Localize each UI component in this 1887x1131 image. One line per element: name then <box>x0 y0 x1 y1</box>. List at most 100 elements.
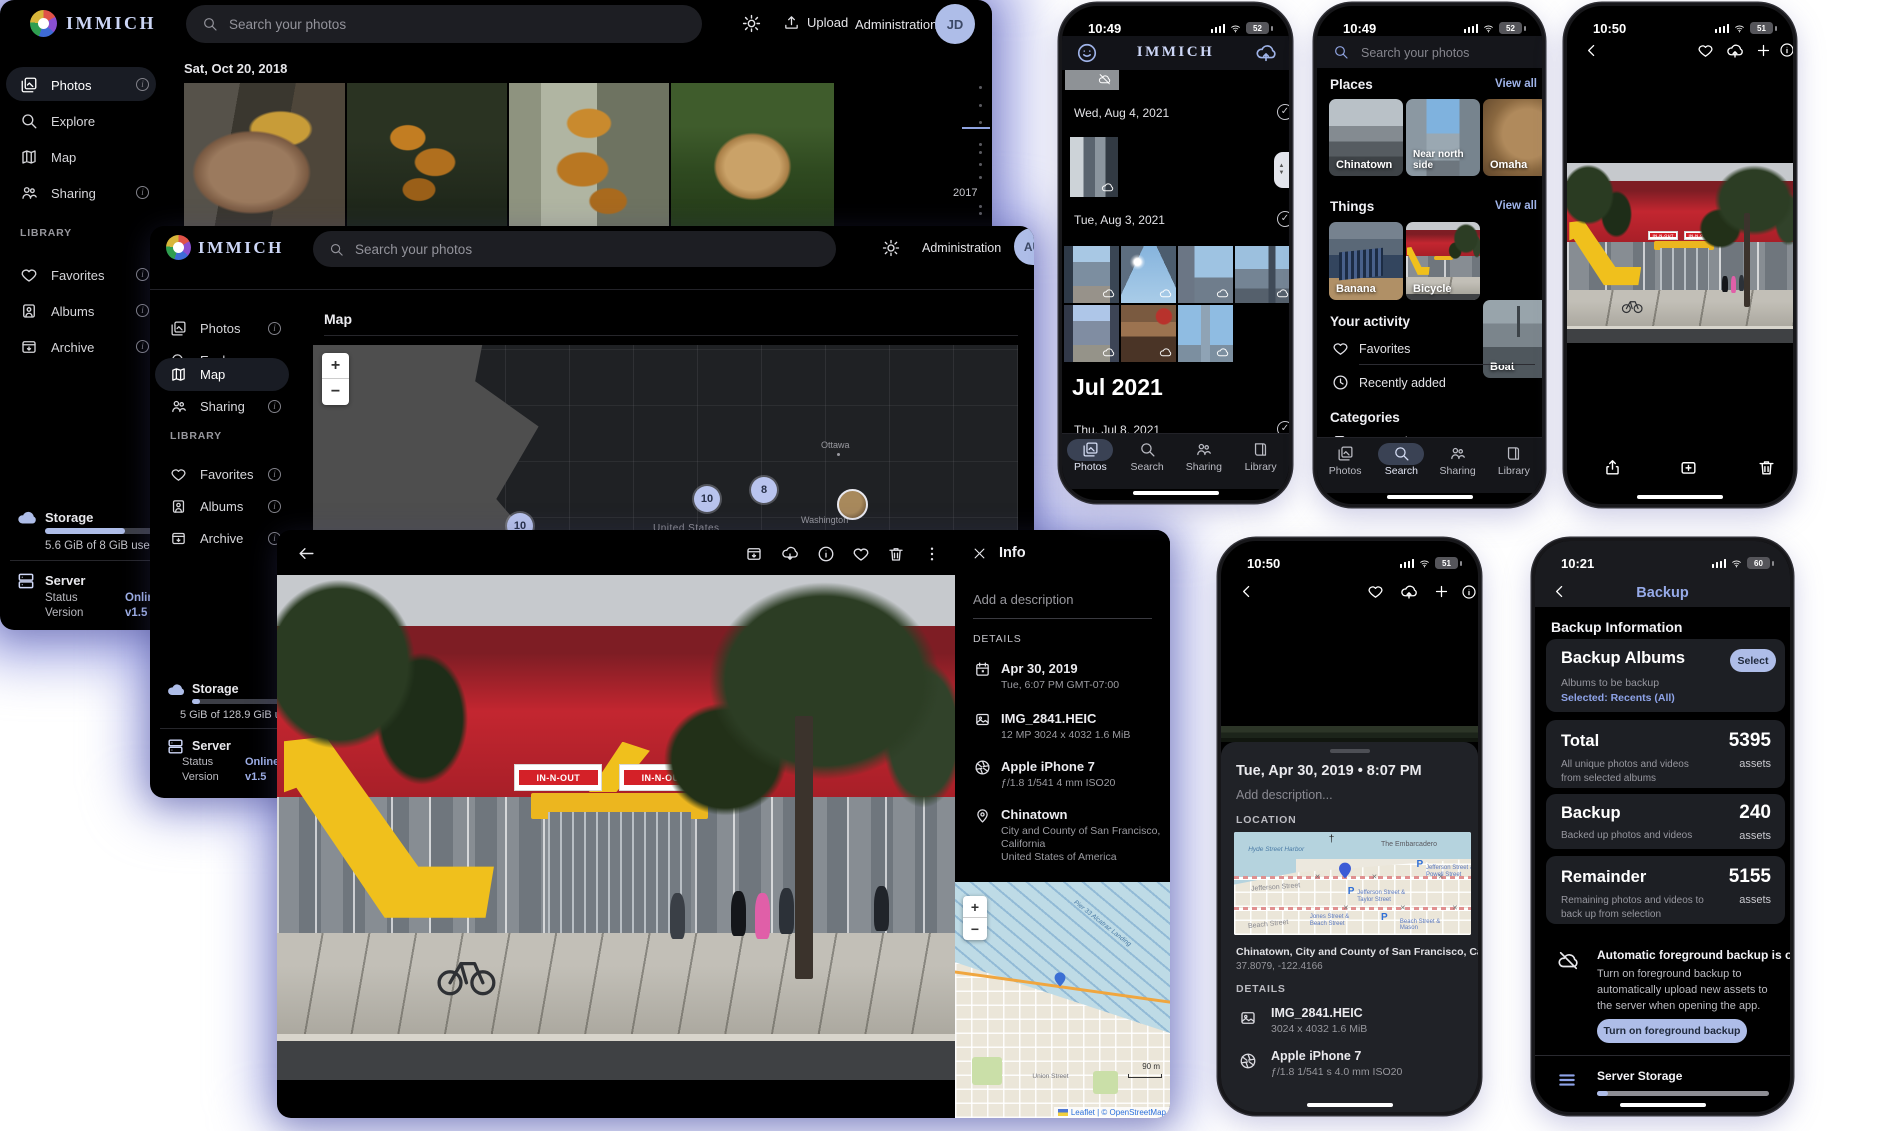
sidebar-item-archive[interactable]: Archive <box>20 338 94 356</box>
info-badge[interactable]: i <box>268 322 281 335</box>
administration-link[interactable]: Administration <box>855 17 937 32</box>
location-map[interactable]: Pier 33 Alcatraz Landing Union Street + … <box>955 882 1170 1118</box>
heart-icon[interactable] <box>852 545 870 563</box>
info-bottom-sheet[interactable]: Tue, Apr 30, 2019 • 8:07 PM Add descript… <box>1221 742 1478 1115</box>
map-zoom-control[interactable]: + − <box>322 353 349 405</box>
map-photo-marker[interactable] <box>837 489 868 520</box>
thing-card-banana[interactable]: Banana <box>1329 222 1403 300</box>
zoom-out-button[interactable]: − <box>322 379 349 405</box>
photo-thumbnail[interactable] <box>1121 305 1176 362</box>
info-badge[interactable]: i <box>136 268 149 281</box>
trash-icon[interactable] <box>887 545 905 563</box>
photo-thumbnail[interactable] <box>1064 246 1119 303</box>
nav-photos[interactable]: Photos <box>1062 441 1118 473</box>
thing-card-bicycle[interactable]: Bicycle <box>1406 222 1480 300</box>
place-card-omaha[interactable]: Omaha <box>1483 99 1545 176</box>
immich-logo[interactable]: IMMICH <box>66 13 156 34</box>
description-placeholder[interactable]: Add description... <box>1236 788 1333 802</box>
scrollbar-thumb[interactable]: ▲▼ <box>1274 152 1289 188</box>
close-icon[interactable] <box>972 546 987 561</box>
sidebar-item-map[interactable]: Map <box>20 148 76 166</box>
immich-logo[interactable]: IMMICH <box>198 238 284 258</box>
place-card-near-north-side[interactable]: Near north side <box>1406 99 1480 176</box>
info-badge[interactable]: i <box>268 400 281 413</box>
sidebar-item-favorites[interactable]: Favorites <box>170 466 253 483</box>
zoom-in-button[interactable]: + <box>322 353 349 379</box>
info-badge[interactable]: i <box>268 500 281 513</box>
photo-viewer-image[interactable]: IN-N-OUT IN-N-OUT <box>1567 163 1796 343</box>
info-badge[interactable]: i <box>136 78 149 91</box>
places-view-all[interactable]: View all <box>1495 78 1537 90</box>
sidebar-item-explore[interactable]: Explore <box>20 112 95 130</box>
zoom-out-button[interactable]: − <box>963 918 987 940</box>
map-attribution[interactable]: Leaflet | © OpenStreetMap <box>1054 1107 1170 1118</box>
select-day-checkbox[interactable]: ✓ <box>1277 211 1292 227</box>
heart-icon[interactable] <box>1367 583 1384 600</box>
photo-thumbnail[interactable] <box>347 83 507 227</box>
sidebar-item-photos[interactable]: Photos <box>20 76 91 94</box>
sidebar-item-archive[interactable]: Archive <box>170 530 243 547</box>
photo-thumbnail[interactable] <box>671 83 834 227</box>
back-icon[interactable] <box>1583 42 1600 59</box>
nav-search[interactable]: Search <box>1373 445 1429 477</box>
share-icon[interactable] <box>1603 458 1622 477</box>
nav-search[interactable]: Search <box>1119 441 1175 473</box>
photo-thumbnail[interactable] <box>1064 305 1119 362</box>
description-placeholder[interactable]: Add a description <box>973 592 1073 607</box>
back-icon[interactable] <box>1551 583 1568 600</box>
activity-favorites[interactable]: Favorites <box>1317 337 1542 363</box>
nav-library[interactable]: Library <box>1233 441 1289 473</box>
heart-icon[interactable] <box>1697 42 1714 59</box>
photo-thumbnail[interactable] <box>1065 70 1119 90</box>
sidebar-item-photos[interactable]: Photos <box>170 320 240 337</box>
map-cluster-marker[interactable]: 8 <box>751 477 777 503</box>
photo-thumbnail[interactable] <box>1178 305 1233 362</box>
search-header[interactable]: Search your photos <box>1317 36 1542 68</box>
sidebar-item-sharing[interactable]: Sharing <box>20 184 96 202</box>
sheet-drag-handle[interactable] <box>1330 749 1370 753</box>
cloud-upload-icon[interactable] <box>1400 583 1418 601</box>
nav-library[interactable]: Library <box>1486 445 1542 477</box>
info-badge[interactable]: i <box>136 304 149 317</box>
profile-icon[interactable] <box>1076 42 1098 64</box>
nav-sharing[interactable]: Sharing <box>1176 441 1232 473</box>
photo-thumbnail[interactable] <box>1235 246 1292 303</box>
photo-thumbnail[interactable] <box>184 83 345 227</box>
administration-link[interactable]: Administration <box>922 241 1001 255</box>
back-icon[interactable] <box>297 544 316 563</box>
info-icon[interactable] <box>1461 584 1477 600</box>
place-card-chinatown[interactable]: Chinatown <box>1329 99 1403 176</box>
upload-cloud-icon[interactable] <box>1255 42 1277 64</box>
photo-thumbnail[interactable] <box>1121 246 1176 303</box>
photo-viewer-image[interactable]: IN-N-OUT IN-N-OUT <box>277 575 955 1080</box>
cloud-download-icon[interactable] <box>781 545 799 563</box>
info-icon[interactable] <box>1779 42 1795 58</box>
info-badge[interactable]: i <box>136 340 149 353</box>
theme-toggle-icon[interactable] <box>742 14 761 33</box>
add-to-album-icon[interactable] <box>1679 458 1698 477</box>
add-icon[interactable] <box>1755 42 1772 59</box>
search-input[interactable]: Search your photos <box>313 231 836 267</box>
things-view-all[interactable]: View all <box>1495 200 1537 212</box>
zoom-in-button[interactable]: + <box>963 896 987 918</box>
map-cluster-marker[interactable]: 10 <box>694 486 720 512</box>
upload-button[interactable]: Upload <box>783 14 848 31</box>
user-avatar[interactable]: JD <box>935 4 975 44</box>
more-options-icon[interactable] <box>923 545 941 563</box>
map-zoom-control[interactable]: + − <box>963 896 987 940</box>
sidebar-item-albums[interactable]: Albums <box>170 498 243 515</box>
cloud-upload-icon[interactable] <box>1726 42 1744 60</box>
sidebar-item-albums[interactable]: Albums <box>20 302 94 320</box>
select-day-checkbox[interactable]: ✓ <box>1277 104 1292 120</box>
immich-logo-icon[interactable] <box>30 10 57 37</box>
sidebar-item-sharing[interactable]: Sharing <box>170 398 245 415</box>
search-input[interactable]: Search your photos <box>186 5 702 43</box>
sidebar-item-favorites[interactable]: Favorites <box>20 266 104 284</box>
trash-icon[interactable] <box>1757 458 1776 477</box>
info-badge[interactable]: i <box>136 186 149 199</box>
immich-logo-icon[interactable] <box>166 235 191 260</box>
photo-thumbnail[interactable] <box>509 83 669 227</box>
activity-recently-added[interactable]: Recently added <box>1317 371 1542 397</box>
add-icon[interactable] <box>1433 583 1450 600</box>
info-badge[interactable]: i <box>268 468 281 481</box>
